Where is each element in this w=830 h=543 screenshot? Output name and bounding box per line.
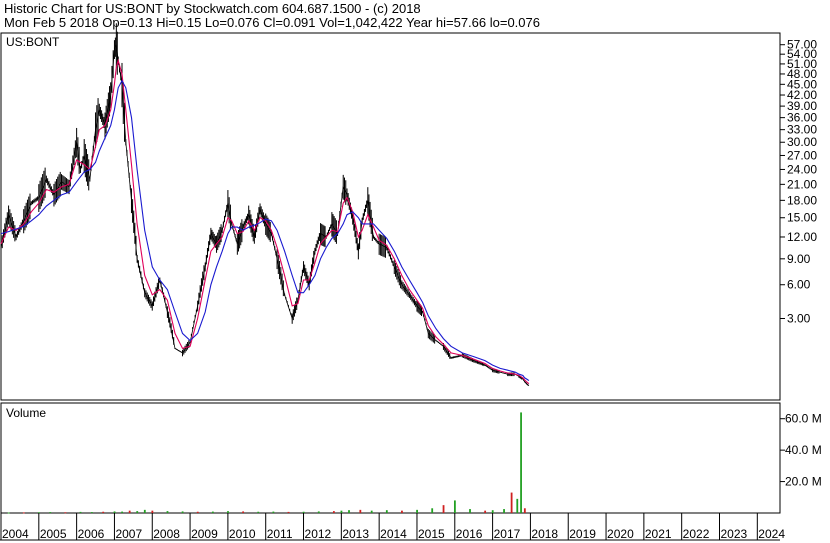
year-label: 2012: [305, 527, 332, 541]
volume-bar: [211, 511, 214, 513]
volume-bar: [469, 509, 471, 513]
volume-bar: [181, 511, 184, 513]
year-label: 2024: [758, 527, 785, 541]
price-y-tick-label: 24.00: [787, 162, 817, 176]
volume-panel-border: [0, 402, 781, 514]
volume-bar: [136, 511, 139, 513]
volume-bar: [113, 511, 116, 513]
year-label: 2020: [607, 527, 634, 541]
volume-bar: [385, 510, 388, 513]
year-label: 2023: [720, 527, 747, 541]
volume-bar: [242, 511, 245, 513]
price-y-tick-label: 9.00: [787, 252, 811, 266]
volume-panel-title: Volume: [6, 406, 46, 420]
volume-bar: [516, 498, 519, 513]
stock-chart: 3.00 6.00 9.00 12.00 15.00 18.00 21.0024.0027.…: [0, 23, 822, 541]
volume-bar: [227, 511, 229, 513]
price-close-line: [0, 44, 530, 387]
volume-bar: [151, 510, 154, 513]
volume-bar: [102, 511, 105, 513]
volume-bar: [90, 512, 93, 514]
year-label: 2011: [267, 527, 293, 541]
volume-bar: [7, 512, 10, 514]
volume-bar: [503, 509, 505, 513]
volume-bar: [510, 492, 513, 513]
volume-bar: [166, 511, 169, 513]
volume-bar: [121, 511, 124, 513]
price-y-tick-label: 30.00: [787, 135, 817, 149]
year-label: 2004: [2, 527, 29, 541]
volume-bar: [272, 511, 275, 513]
year-label: 2019: [569, 527, 596, 541]
price-y-tick-label: 57.00: [787, 38, 817, 52]
volume-bar: [401, 510, 403, 513]
volume-bar: [128, 510, 131, 513]
volume-bar: [49, 512, 52, 514]
year-label: 2016: [456, 527, 483, 541]
volume-bar: [257, 511, 260, 513]
year-label: 2018: [531, 527, 558, 541]
volume-y-tick-label: 60.0 M: [785, 412, 822, 426]
price-y-tick-label: 18.00: [787, 193, 817, 207]
price-y-tick-label: 6.00: [787, 278, 811, 292]
price-panel-title: US:BONT: [6, 35, 60, 49]
price-y-tick-label: 12.00: [787, 230, 817, 244]
volume-bar: [340, 510, 343, 513]
volume-bar: [523, 508, 526, 513]
price-y-tick-label: 3.00: [787, 311, 811, 325]
volume-bar: [64, 512, 67, 514]
volume-bar: [196, 511, 199, 513]
price-y-tick-label: 15.00: [787, 211, 817, 225]
price-y-tick-label: 27.00: [787, 148, 817, 162]
year-label: 2009: [191, 527, 218, 541]
volume-bar: [143, 509, 146, 513]
volume-bar: [79, 511, 82, 513]
volume-y-tick-label: 40.0 M: [785, 443, 822, 457]
long-moving-average-line: [0, 79, 530, 382]
year-label: 2015: [418, 527, 445, 541]
price-y-tick-label: 33.00: [787, 123, 817, 137]
volume-bar: [302, 511, 305, 513]
volume-bar: [359, 509, 362, 513]
volume-bar: [431, 508, 434, 513]
year-label: 2017: [494, 527, 521, 541]
volume-bar: [484, 510, 487, 513]
volume-bar: [287, 511, 290, 513]
year-label: 2022: [683, 527, 710, 541]
volume-bar: [22, 512, 25, 514]
year-label: 2008: [153, 527, 180, 541]
volume-bar: [317, 511, 320, 513]
year-label: 2005: [40, 527, 67, 541]
year-label: 2006: [78, 527, 105, 541]
year-label: 2007: [115, 527, 142, 541]
year-label: 2010: [229, 527, 256, 541]
price-y-tick-label: 21.00: [787, 177, 817, 191]
year-label: 2014: [380, 527, 407, 541]
volume-bar: [442, 505, 445, 513]
volume-bar: [416, 509, 418, 513]
volume-bar: [520, 412, 522, 513]
year-label: 2021: [645, 527, 672, 541]
volume-bar: [348, 510, 350, 513]
volume-bar: [332, 511, 335, 513]
volume-bar: [453, 500, 456, 513]
volume-bar: [491, 510, 494, 513]
volume-bar: [370, 510, 373, 513]
year-label: 2013: [342, 527, 369, 541]
volume-y-tick-label: 20.0 M: [785, 475, 822, 489]
